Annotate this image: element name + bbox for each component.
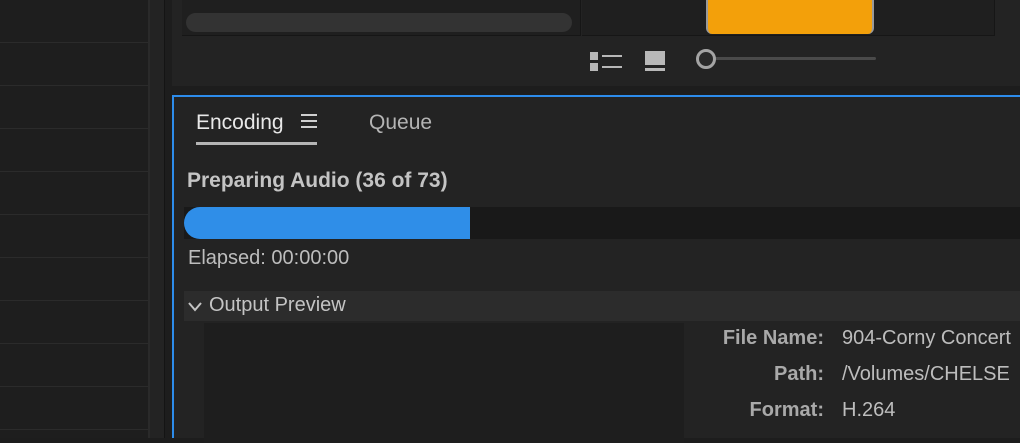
left-panel-row [0,172,148,215]
left-panel-row [0,43,148,86]
file-name-label: File Name: [722,327,824,349]
left-panel-row [0,258,148,301]
encoding-panel: Encoding Queue Preparing Audio (36 of 73… [172,95,1020,443]
format-value: H.264 [842,399,896,421]
elapsed-time: Elapsed: 00:00:00 [188,247,350,269]
left-panel-row [0,86,148,129]
output-preview-title: Output Preview [209,294,346,316]
tab-queue[interactable]: Queue [369,111,432,135]
thumbnail-image [706,0,874,34]
left-panel-row [0,387,148,430]
zoom-slider-handle[interactable] [696,49,716,69]
left-panel-row [0,215,148,258]
icon-view-icon[interactable] [644,50,666,77]
panel-divider-line [164,0,165,438]
path-label: Path: [774,363,824,385]
left-panel-row [0,344,148,387]
left-panel [0,0,148,438]
list-view-icon[interactable] [590,50,624,77]
tab-encoding-label: Encoding [196,111,284,134]
format-label: Format: [749,399,824,421]
panel-gutter [150,0,164,438]
progress-bar [184,207,1020,239]
zoom-slider-track[interactable] [708,57,876,60]
chevron-down-icon[interactable] [188,299,202,317]
media-browser [172,0,1020,86]
left-panel-row [0,301,148,344]
thumbnail-preview [582,0,995,36]
path-value: /Volumes/CHELSE [842,363,1010,385]
zoom-slider[interactable] [694,48,894,70]
tab-encoding[interactable]: Encoding [196,111,318,146]
hamburger-icon[interactable] [301,111,318,135]
progress-bar-fill [184,207,470,239]
media-list [182,0,581,36]
left-panel-row [0,0,148,43]
horizontal-scrollbar[interactable] [186,13,572,32]
encoding-status: Preparing Audio (36 of 73) [187,169,448,192]
output-preview-header[interactable]: Output Preview [184,291,1020,321]
file-name-value: 904-Corny Concert [842,327,1011,349]
output-preview-video [204,323,684,443]
left-panel-row [0,129,148,172]
